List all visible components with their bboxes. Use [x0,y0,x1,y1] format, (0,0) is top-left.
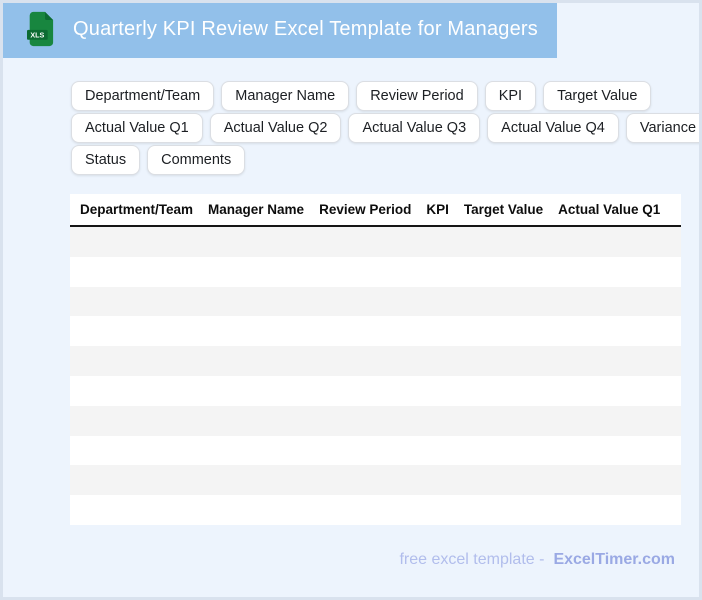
page-title: Quarterly KPI Review Excel Template for … [73,17,538,40]
field-chip-comments[interactable]: Comments [147,145,246,175]
table-row [70,346,681,376]
field-chip-review-period[interactable]: Review Period [356,81,478,111]
field-chip-status[interactable]: Status [71,145,141,175]
table-row [70,495,681,525]
brand-link[interactable]: ExcelTimer.com [553,551,675,569]
field-chip-actual-value-q2[interactable]: Actual Value Q2 [209,113,342,143]
chip-row: Actual Value Q1 Actual Value Q2 Actual Val… [71,113,699,143]
table-header-row: Department/Team Manager Name Review Period… [70,194,681,227]
chip-row: Status Comments [71,145,691,175]
header-bar: XLS Quarterly KPI Review Excel Template … [3,3,557,58]
column-header: KPI [426,202,449,217]
chip-row: Department/Team Manager Name Review Period… [71,81,691,111]
xls-file-icon: XLS [27,11,54,47]
column-header: Actual Value Q1 [558,202,661,217]
field-chip-target-value[interactable]: Target Value [543,81,652,111]
field-chips: Department/Team Manager Name Review Period… [71,81,699,177]
page: XLS Quarterly KPI Review Excel Template … [0,0,702,600]
field-chip-department-team[interactable]: Department/Team [71,81,215,111]
template-table: Department/Team Manager Name Review Period… [70,194,681,525]
field-chip-actual-value-q3[interactable]: Actual Value Q3 [348,113,481,143]
column-header: Manager Name [208,202,305,217]
table-row [70,227,681,257]
column-header: Review Period [319,202,412,217]
field-chip-variance[interactable]: Variance [625,113,699,143]
table-row [70,316,681,346]
table-row [70,376,681,406]
field-chip-manager-name[interactable]: Manager Name [221,81,350,111]
table-row [70,465,681,496]
table-body [70,227,681,525]
footer-text: free excel template - [399,551,545,568]
field-chip-kpi[interactable]: KPI [484,81,537,111]
field-chip-actual-value-q1[interactable]: Actual Value Q1 [71,113,203,143]
xls-icon-label: XLS [30,31,44,40]
column-header: Target Value [463,202,544,217]
table-row [70,405,681,436]
table-row [70,257,681,287]
column-header: Department/Team [80,202,194,217]
table-row [70,286,681,317]
footer: free excel template - ExcelTimer.com [399,551,675,569]
field-chip-actual-value-q4[interactable]: Actual Value Q4 [487,113,619,143]
table-row [70,436,681,466]
